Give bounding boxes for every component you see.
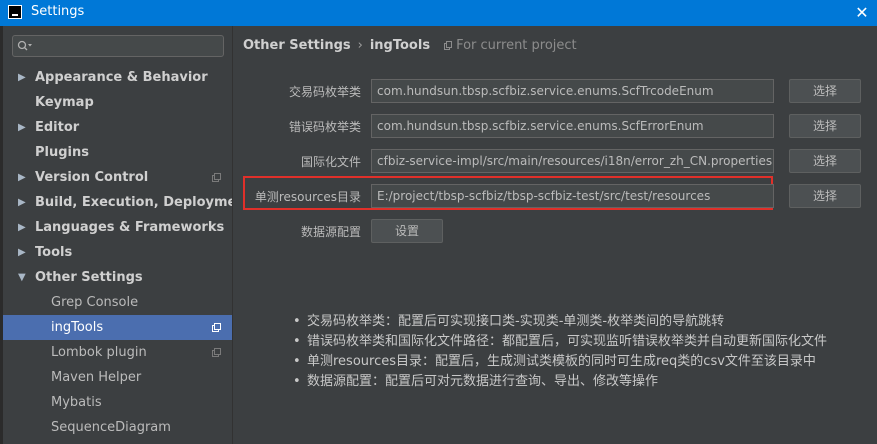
form-row-i18n-file: 国际化文件 cfbiz-service-impl/src/main/resour… bbox=[233, 149, 877, 175]
tree-item-appearance[interactable]: ▶ Appearance & Behavior bbox=[3, 65, 232, 90]
settings-search-input[interactable] bbox=[12, 35, 224, 57]
tree-item-maven-helper[interactable]: Maven Helper bbox=[3, 365, 232, 390]
settings-sidebar: ▶ Appearance & Behavior Keymap ▶ Editor … bbox=[3, 26, 252, 444]
test-resources-field[interactable]: E:/project/tbsp-scfbiz/tbsp-scfbiz-test/… bbox=[371, 184, 774, 208]
tree-item-languages[interactable]: ▶ Languages & Frameworks bbox=[3, 215, 232, 240]
project-scope-icon bbox=[212, 323, 221, 332]
form-row-test-resources: 单测resources目录 E:/project/tbsp-scfbiz/tbs… bbox=[233, 184, 877, 210]
tree-item-grep-console[interactable]: Grep Console bbox=[3, 290, 232, 315]
error-enum-field[interactable]: com.hundsun.tbsp.scfbiz.service.enums.Sc… bbox=[371, 114, 774, 138]
tree-item-mybatis[interactable]: Mybatis bbox=[3, 390, 232, 415]
breadcrumb-separator: › bbox=[357, 38, 363, 53]
scope-note: For current project bbox=[456, 38, 577, 53]
tree-item-ingtools[interactable]: ingTools bbox=[3, 315, 232, 340]
i18n-file-field[interactable]: cfbiz-service-impl/src/main/resources/i1… bbox=[371, 149, 774, 173]
intellij-app-icon bbox=[8, 5, 22, 19]
tree-item-build[interactable]: ▶ Build, Execution, Deployment bbox=[3, 190, 252, 215]
search-icon bbox=[17, 40, 32, 51]
title-bar: Settings ✕ bbox=[0, 0, 877, 26]
select-trcode-enum-button[interactable]: 选择 bbox=[789, 79, 861, 103]
tree-item-label: Maven Helper bbox=[51, 370, 142, 385]
tree-item-plugins[interactable]: Plugins bbox=[3, 140, 232, 165]
settings-content: Other Settings › ingTools For current proj… bbox=[232, 26, 877, 444]
tree-item-lombok[interactable]: Lombok plugin bbox=[3, 340, 232, 365]
tree-item-keymap[interactable]: Keymap bbox=[3, 90, 232, 115]
project-scope-icon bbox=[212, 348, 221, 357]
breadcrumb-parent[interactable]: Other Settings bbox=[243, 38, 351, 53]
tree-item-label: Tools bbox=[35, 245, 73, 260]
tree-item-label: ingTools bbox=[51, 320, 104, 335]
breadcrumb: Other Settings › ingTools For current proj… bbox=[243, 38, 577, 53]
select-test-resources-button[interactable]: 选择 bbox=[789, 184, 861, 208]
tree-item-version-control[interactable]: ▶ Version Control bbox=[3, 165, 232, 190]
tree-item-label: Other Settings bbox=[35, 270, 143, 285]
breadcrumb-current: ingTools bbox=[369, 38, 431, 53]
tree-item-label: Languages & Frameworks bbox=[35, 220, 225, 235]
tree-item-sequence-diagram[interactable]: SequenceDiagram bbox=[3, 415, 232, 440]
collapse-arrow-icon[interactable]: ▼ bbox=[18, 265, 26, 290]
tree-item-label: Editor bbox=[35, 120, 80, 135]
help-note: 交易码枚举类：配置后可实现接口类-实现类-单测类-枚举类间的导航跳转 bbox=[293, 312, 863, 332]
project-scope-icon bbox=[444, 41, 453, 50]
help-note: 单测resources目录：配置后，生成测试类模板的同时可生成req类的csv文… bbox=[293, 352, 863, 372]
datasource-settings-button[interactable]: 设置 bbox=[371, 219, 443, 243]
field-label: 国际化文件 bbox=[300, 155, 361, 169]
expand-arrow-icon[interactable]: ▶ bbox=[18, 190, 26, 215]
tree-item-label: SequenceDiagram bbox=[51, 420, 171, 435]
select-error-enum-button[interactable]: 选择 bbox=[789, 114, 861, 138]
close-icon[interactable]: ✕ bbox=[847, 0, 877, 26]
form-row-trcode-enum: 交易码枚举类 com.hundsun.tbsp.scfbiz.service.e… bbox=[233, 79, 877, 105]
tree-item-other-settings[interactable]: ▼ Other Settings bbox=[3, 265, 232, 290]
tree-item-label: Lombok plugin bbox=[51, 345, 147, 360]
tree-item-label: Appearance & Behavior bbox=[35, 70, 208, 85]
tree-item-tools[interactable]: ▶ Tools bbox=[3, 240, 232, 265]
select-i18n-file-button[interactable]: 选择 bbox=[789, 149, 861, 173]
tree-item-label: Plugins bbox=[35, 145, 89, 160]
expand-arrow-icon[interactable]: ▶ bbox=[18, 215, 26, 240]
help-notes: 交易码枚举类：配置后可实现接口类-实现类-单测类-枚举类间的导航跳转 错误码枚举… bbox=[293, 312, 863, 392]
field-label: 数据源配置 bbox=[300, 225, 361, 239]
expand-arrow-icon[interactable]: ▶ bbox=[18, 65, 26, 90]
settings-tree: ▶ Appearance & Behavior Keymap ▶ Editor … bbox=[3, 65, 252, 440]
expand-arrow-icon[interactable]: ▶ bbox=[18, 115, 26, 140]
tree-item-label: Mybatis bbox=[51, 395, 102, 410]
tree-item-label: Keymap bbox=[35, 95, 94, 110]
tree-item-editor[interactable]: ▶ Editor bbox=[3, 115, 232, 140]
expand-arrow-icon[interactable]: ▶ bbox=[18, 165, 26, 190]
window-title: Settings bbox=[31, 4, 85, 19]
form-row-error-enum: 错误码枚举类 com.hundsun.tbsp.scfbiz.service.e… bbox=[233, 114, 877, 140]
trcode-enum-field[interactable]: com.hundsun.tbsp.scfbiz.service.enums.Sc… bbox=[371, 79, 774, 103]
field-label: 错误码枚举类 bbox=[288, 120, 361, 134]
help-note: 数据源配置：配置后可对元数据进行查询、导出、修改等操作 bbox=[293, 372, 863, 392]
field-label: 交易码枚举类 bbox=[288, 85, 361, 99]
help-note: 错误码枚举类和国际化文件路径：都配置后，可实现监听错误枚举类并自动更新国际化文件 bbox=[293, 332, 863, 352]
tree-item-label: Version Control bbox=[35, 170, 149, 185]
expand-arrow-icon[interactable]: ▶ bbox=[18, 240, 26, 265]
tree-item-label: Build, Execution, Deployment bbox=[35, 195, 252, 210]
field-label: 单测resources目录 bbox=[254, 190, 361, 204]
project-scope-icon bbox=[212, 173, 221, 182]
form-row-datasource: 数据源配置 设置 bbox=[233, 219, 877, 245]
tree-item-label: Grep Console bbox=[51, 295, 139, 310]
